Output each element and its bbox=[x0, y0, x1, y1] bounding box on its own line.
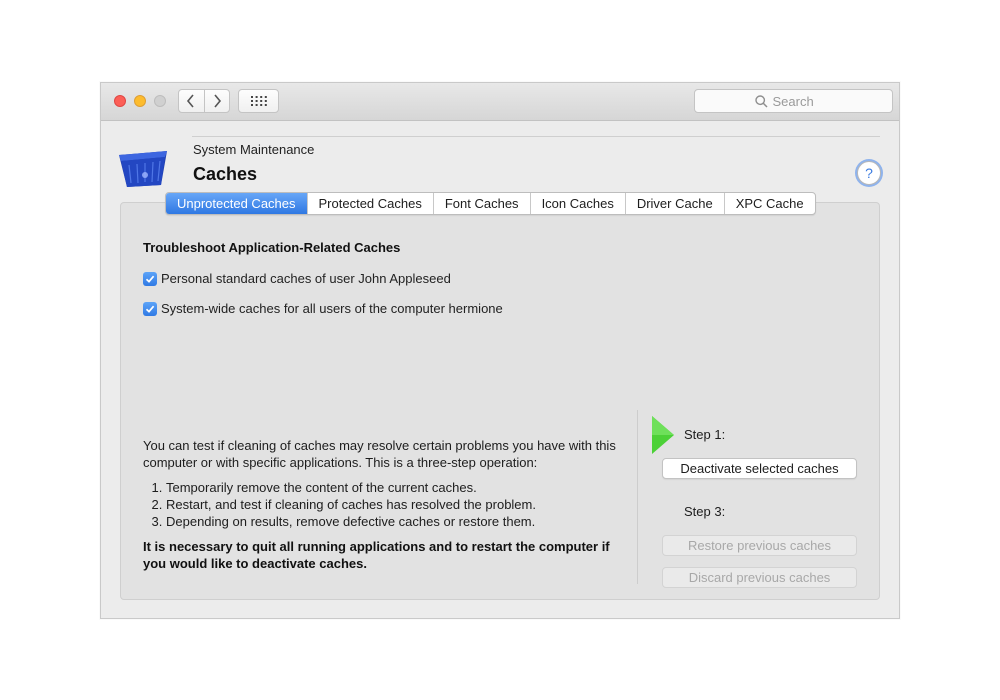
tab-unprotected-caches[interactable]: Unprotected Caches bbox=[166, 193, 307, 214]
step-item: Restart, and test if cleaning of caches … bbox=[166, 496, 628, 513]
search-input[interactable] bbox=[772, 93, 833, 109]
tab-font-caches[interactable]: Font Caches bbox=[432, 193, 530, 214]
pane-title: Caches bbox=[193, 164, 258, 184]
back-button[interactable] bbox=[179, 90, 204, 112]
system-caches-option[interactable]: System-wide caches for all users of the … bbox=[143, 301, 503, 316]
show-all-button[interactable] bbox=[238, 89, 279, 113]
navigation-buttons bbox=[178, 89, 230, 113]
search-field[interactable] bbox=[694, 89, 893, 113]
pane-subtitle: System Maintenance bbox=[193, 142, 315, 157]
step-item: Depending on results, remove defective c… bbox=[166, 513, 628, 530]
deactivate-caches-button[interactable]: Deactivate selected caches bbox=[662, 458, 857, 479]
step3-label: Step 3: bbox=[684, 504, 726, 519]
system-caches-label: System-wide caches for all users of the … bbox=[161, 301, 503, 316]
search-icon bbox=[754, 94, 768, 108]
system-caches-checkbox[interactable] bbox=[143, 301, 157, 316]
grid-icon bbox=[250, 96, 267, 106]
title-bar bbox=[101, 83, 899, 121]
chevron-left-icon bbox=[187, 94, 194, 108]
restore-caches-button[interactable]: Restore previous caches bbox=[662, 535, 857, 556]
chevron-right-icon bbox=[214, 94, 221, 108]
step1-label: Step 1: bbox=[684, 427, 726, 442]
step-arrow-icon bbox=[652, 416, 674, 454]
step-item: Temporarily remove the content of the cu… bbox=[166, 479, 628, 496]
intro-text: You can test if cleaning of caches may r… bbox=[143, 438, 616, 470]
zoom-window-button[interactable] bbox=[154, 95, 166, 107]
personal-caches-label: Personal standard caches of user John Ap… bbox=[161, 271, 451, 286]
checkmark-icon bbox=[145, 305, 155, 313]
steps-list: Temporarily remove the content of the cu… bbox=[143, 479, 628, 530]
instructions: You can test if cleaning of caches may r… bbox=[143, 437, 628, 530]
tab-icon-caches[interactable]: Icon Caches bbox=[529, 193, 625, 214]
tab-protected-caches[interactable]: Protected Caches bbox=[306, 193, 433, 214]
close-window-button[interactable] bbox=[114, 95, 126, 107]
help-icon: ? bbox=[865, 165, 873, 181]
help-button[interactable]: ? bbox=[857, 161, 881, 185]
personal-caches-checkbox[interactable] bbox=[143, 271, 157, 286]
tab-driver-cache[interactable]: Driver Cache bbox=[624, 193, 724, 214]
tab-bar: Unprotected Caches Protected Caches Font… bbox=[165, 192, 816, 215]
restart-warning: It is necessary to quit all running appl… bbox=[143, 539, 610, 571]
minimize-window-button[interactable] bbox=[134, 95, 146, 107]
cache-basket-icon bbox=[119, 151, 167, 187]
forward-button[interactable] bbox=[203, 90, 230, 112]
header-divider bbox=[192, 136, 880, 137]
section-title: Troubleshoot Application-Related Caches bbox=[143, 240, 401, 255]
personal-caches-option[interactable]: Personal standard caches of user John Ap… bbox=[143, 271, 451, 286]
checkmark-icon bbox=[145, 275, 155, 283]
tab-xpc-cache[interactable]: XPC Cache bbox=[723, 193, 815, 214]
vertical-divider bbox=[637, 410, 638, 584]
discard-caches-button[interactable]: Discard previous caches bbox=[662, 567, 857, 588]
